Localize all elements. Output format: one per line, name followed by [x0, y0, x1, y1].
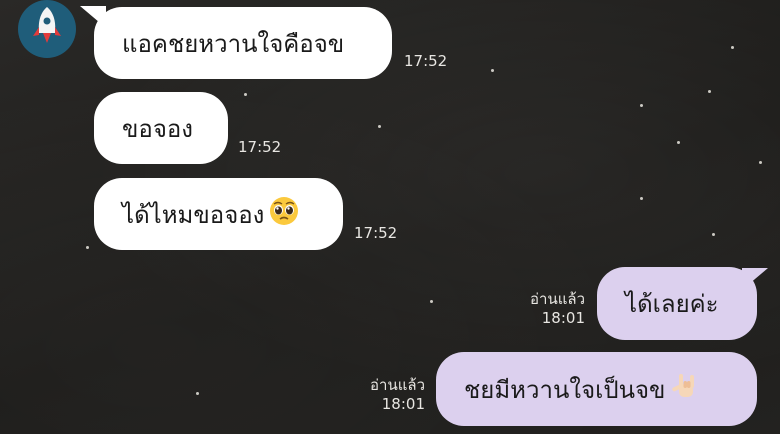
message-text: ได้ไหมขอจอง [122, 200, 265, 229]
read-status: อ่านแล้ว [530, 290, 585, 308]
read-status: อ่านแล้ว [370, 376, 425, 394]
background-star [708, 90, 711, 93]
background-star [640, 104, 643, 107]
message-text: แอคชยหวานใจคือจข [122, 29, 345, 58]
message-text: ได้เลยค่ะ [625, 290, 719, 318]
read-receipt: อ่านแล้ว 18:01 [370, 376, 425, 414]
contact-avatar[interactable] [18, 0, 76, 58]
message-time: 17:52 [238, 138, 282, 156]
background-star [731, 46, 734, 49]
background-star [712, 233, 715, 236]
background-star [244, 93, 247, 96]
background-star [491, 69, 494, 72]
incoming-message[interactable]: แอคชยหวานใจคือจข [94, 7, 392, 79]
background-star [430, 300, 433, 303]
message-time: 18:01 [381, 395, 425, 413]
message-time: 17:52 [404, 52, 448, 70]
outgoing-message[interactable]: ได้เลยค่ะ [597, 267, 757, 340]
background-star [677, 141, 680, 144]
background-star [378, 125, 381, 128]
outgoing-message[interactable]: ชยมีหวานใจเป็นจข [436, 352, 757, 426]
pleading-face-icon [268, 195, 300, 233]
rocket-icon [33, 7, 61, 43]
incoming-message[interactable]: ขอจอง [94, 92, 228, 164]
message-time: 17:52 [354, 224, 398, 242]
background-star [759, 161, 762, 164]
love-you-gesture-icon [669, 370, 701, 408]
message-time: 18:01 [541, 309, 585, 327]
message-text: ขอจอง [122, 114, 194, 143]
bubble-tail [742, 268, 768, 290]
read-receipt: อ่านแล้ว 18:01 [530, 290, 585, 328]
background-star [86, 246, 89, 249]
background-star [196, 392, 199, 395]
message-text: ชยมีหวานใจเป็นจข [464, 375, 666, 404]
incoming-message[interactable]: ได้ไหมขอจอง [94, 178, 343, 250]
background-star [640, 197, 643, 200]
